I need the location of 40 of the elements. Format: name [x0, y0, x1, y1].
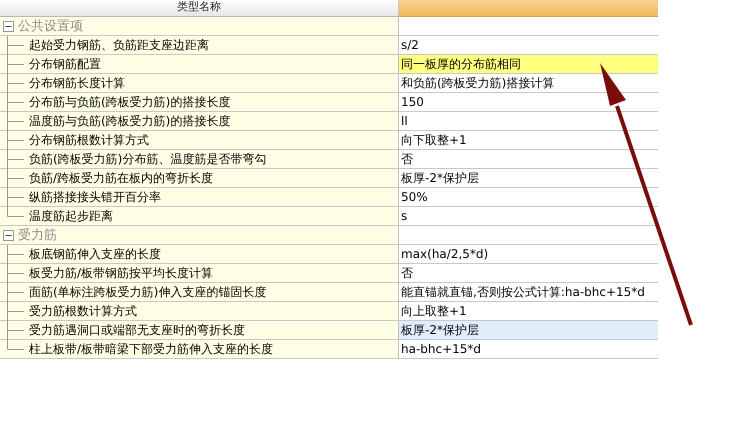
- tree-connector: [7, 302, 25, 321]
- property-name: 负筋/跨板受力筋在板内的弯折长度: [29, 170, 214, 186]
- property-value[interactable]: 板厚-2*保护层: [399, 169, 658, 188]
- property-name: 板底钢筋伸入支座的长度: [29, 246, 161, 262]
- property-value[interactable]: 能直锚就直锚,否则按公式计算:ha-bhc+15*d: [399, 283, 658, 302]
- tree-connector: [7, 93, 25, 112]
- property-name: 纵筋搭接接头错开百分率: [29, 188, 161, 206]
- group-label: 公共设置项: [18, 18, 83, 35]
- property-value[interactable]: 板厚-2*保护层: [399, 321, 658, 340]
- tree-connector: [7, 55, 25, 74]
- property-name: 温度筋起步距离: [29, 208, 113, 224]
- property-name: 温度筋与负筋(跨板受力筋)的搭接长度: [29, 112, 230, 130]
- collapse-icon[interactable]: [3, 20, 14, 32]
- property-name: 受力筋遇洞口或端部无支座时的弯折长度: [29, 322, 245, 338]
- property-name: 负筋(跨板受力筋)分布筋、温度筋是否带弯勾: [29, 150, 266, 168]
- property-name: 分布钢筋根数计算方式: [29, 132, 149, 148]
- property-name: 板受力筋/板带钢筋按平均长度计算: [29, 264, 214, 282]
- property-value[interactable]: 向上取整+1: [399, 302, 658, 321]
- tree-connector: [7, 283, 25, 302]
- collapse-icon[interactable]: [3, 230, 14, 240]
- property-name: 受力筋根数计算方式: [29, 302, 137, 320]
- tree-connector: [7, 150, 25, 169]
- property-name: 面筋(单标注跨板受力筋)伸入支座的锚固长度: [29, 284, 266, 300]
- property-name: 起始受力钢筋、负筋距支座边距离: [29, 36, 209, 54]
- property-name: 分布钢筋长度计算: [29, 74, 125, 92]
- property-name: 柱上板带/板带暗梁下部受力筋伸入支座的长度: [29, 340, 274, 358]
- property-value[interactable]: 同一板厚的分布筋相同: [399, 55, 658, 74]
- property-value[interactable]: 和负筋(跨板受力筋)搭接计算: [399, 74, 658, 93]
- tree-connector: [7, 74, 25, 93]
- tree-connector: [7, 112, 25, 131]
- tree-connector: [7, 264, 25, 283]
- column-header: 类型名称: [0, 0, 399, 17]
- property-value[interactable]: 向下取整+1: [399, 131, 658, 150]
- property-name: 分布筋与负筋(跨板受力筋)的搭接长度: [29, 94, 230, 110]
- group-label: 受力筋: [18, 227, 57, 244]
- property-name: 分布钢筋配置: [29, 56, 101, 72]
- tree-connector: [7, 169, 25, 188]
- tree-connector: [7, 245, 25, 264]
- tree-connector: [7, 131, 25, 150]
- tree-connector: [7, 36, 25, 55]
